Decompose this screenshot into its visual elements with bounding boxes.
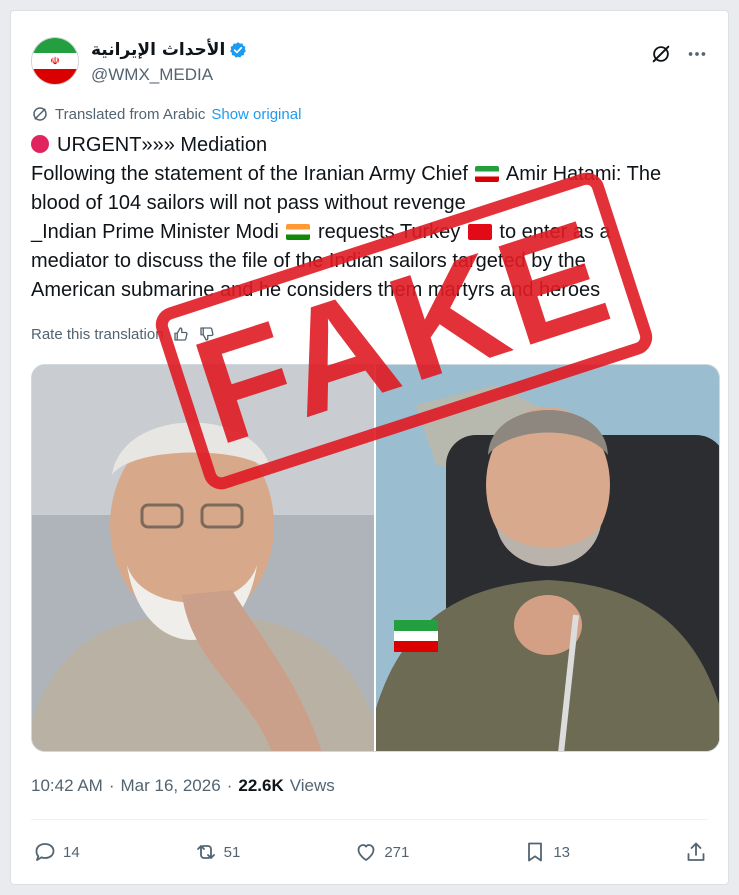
emblem-icon: ☫ xyxy=(50,54,60,68)
tweet-line: Following the statement of the Iranian A… xyxy=(31,163,468,185)
avatar[interactable]: ☫ xyxy=(31,37,79,85)
meta-separator: · xyxy=(226,776,233,795)
like-count: 271 xyxy=(384,843,410,861)
repost-icon xyxy=(196,845,215,859)
reply-count: 14 xyxy=(63,843,80,861)
more-options-icon[interactable] xyxy=(686,43,708,65)
share-icon xyxy=(687,842,705,861)
iran-flag-icon xyxy=(475,166,500,182)
translated-label: Translated from Arabic xyxy=(55,105,206,123)
share-button[interactable] xyxy=(684,840,708,864)
show-original-link[interactable]: Show original xyxy=(211,106,301,123)
views-count: 22.6K xyxy=(238,776,284,795)
meta-separator: · xyxy=(108,776,115,795)
reply-button[interactable]: 14 xyxy=(33,840,80,864)
tweet-card: ☫ الأحداث الإيرانية @WMX_MEDIA Translate… xyxy=(10,10,729,885)
heart-icon xyxy=(357,844,375,861)
bookmark-icon xyxy=(528,842,543,862)
tweet-line: _Indian Prime Minister Modi xyxy=(31,221,279,243)
tweet-meta: 10:42 AM · Mar 16, 2026 · 22.6K Views xyxy=(31,776,335,796)
translate-icon xyxy=(33,107,47,121)
reply-icon xyxy=(35,843,55,861)
tweet-line: blood of 104 sailors will not pass witho… xyxy=(31,192,466,214)
rate-label: Rate this translation xyxy=(31,325,164,343)
bookmark-button[interactable]: 13 xyxy=(523,840,570,864)
views-label: Views xyxy=(289,776,335,795)
action-bar: 14 51 271 13 xyxy=(33,837,708,867)
tweet-time[interactable]: 10:42 AM xyxy=(31,776,103,796)
india-flag-icon xyxy=(286,224,311,240)
grok-icon[interactable] xyxy=(650,43,672,65)
tweet-line: URGENT»»» Mediation xyxy=(57,134,268,156)
bookmark-count: 13 xyxy=(553,843,570,861)
account-handle[interactable]: @WMX_MEDIA xyxy=(91,65,247,85)
repost-button[interactable]: 51 xyxy=(194,840,241,864)
tweet-date[interactable]: Mar 16, 2026 xyxy=(121,776,221,796)
repost-count: 51 xyxy=(223,843,241,861)
translation-notice: Translated from Arabic Show original xyxy=(31,105,301,123)
display-name[interactable]: الأحداث الإيرانية xyxy=(91,40,225,60)
verified-badge-icon xyxy=(230,42,247,58)
account-names: الأحداث الإيرانية @WMX_MEDIA xyxy=(91,39,247,85)
red-circle-icon xyxy=(31,135,49,153)
tweet-header: ☫ الأحداث الإيرانية @WMX_MEDIA xyxy=(31,33,708,93)
divider xyxy=(31,819,708,820)
like-button[interactable]: 271 xyxy=(354,840,409,864)
